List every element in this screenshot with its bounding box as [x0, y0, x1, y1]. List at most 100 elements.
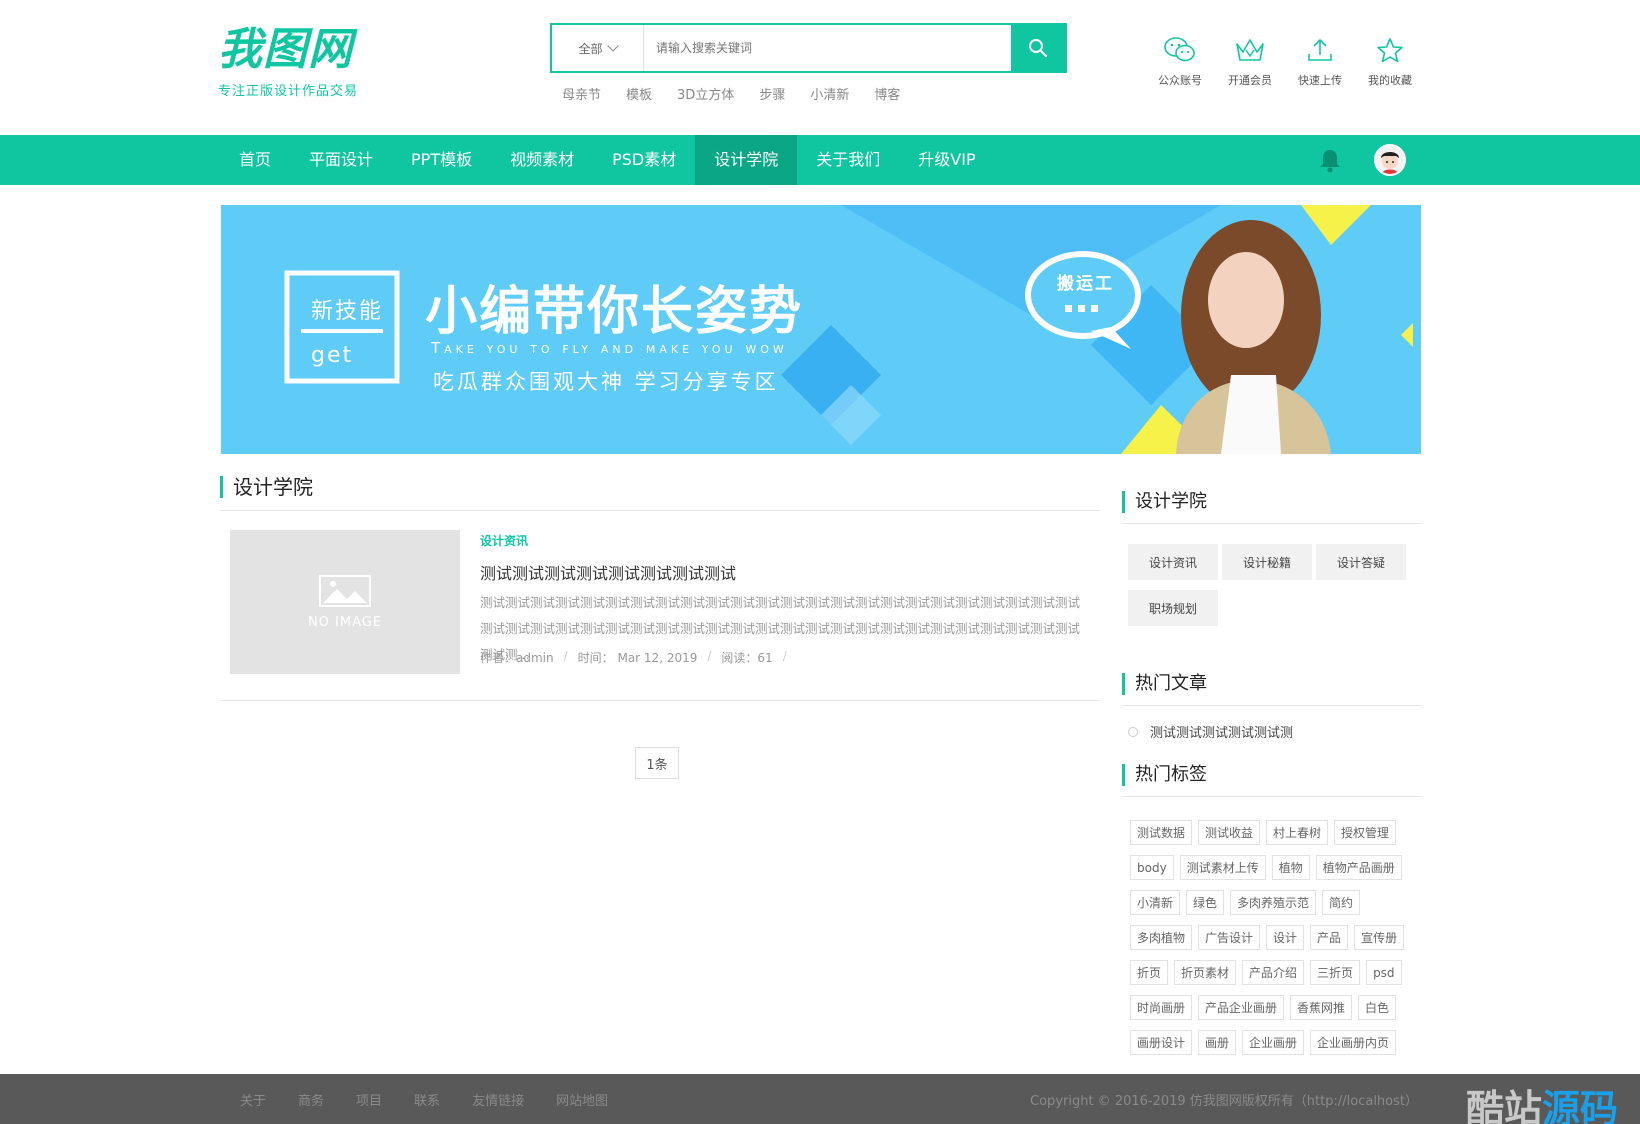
sidebar-category-item[interactable]: 设计资讯 — [1128, 544, 1218, 580]
nav-item-psd[interactable]: PSD素材 — [593, 135, 695, 185]
sidebar-category-item[interactable]: 设计秘籍 — [1222, 544, 1312, 580]
hot-word[interactable]: 模板 — [626, 84, 652, 103]
hot-article-title: 测试测试测试测试测试测 — [1150, 726, 1294, 741]
page-title: 设计学院 — [220, 476, 313, 498]
quick-link-upload[interactable]: 快速上传 — [1285, 36, 1355, 88]
article-title[interactable]: 测试测试测试测试测试测试测试测试 — [480, 560, 736, 584]
footer-link-friends[interactable]: 友情链接 — [472, 1090, 524, 1109]
nav-item-vip[interactable]: 升级VIP — [899, 135, 994, 185]
main-nav: 首页 平面设计 PPT模板 视频素材 PSD素材 设计学院 关于我们 升级VIP — [0, 135, 1640, 185]
tag-item[interactable]: 企业画册 — [1242, 1030, 1305, 1055]
divider — [1122, 796, 1422, 797]
tag-item[interactable]: 白色 — [1358, 995, 1397, 1020]
hot-word[interactable]: 步骤 — [759, 84, 785, 103]
divider — [220, 700, 1100, 701]
tag-item[interactable]: 产品企业画册 — [1198, 995, 1285, 1020]
search-icon — [1029, 39, 1048, 58]
pagination-count[interactable]: 1条 — [635, 747, 679, 779]
hot-word[interactable]: 小清新 — [810, 84, 849, 103]
footer-link-sitemap[interactable]: 网站地图 — [556, 1090, 608, 1109]
tag-item[interactable]: 产品 — [1310, 925, 1349, 950]
quick-link-wechat[interactable]: 公众账号 — [1145, 36, 1215, 88]
bell-icon — [1320, 150, 1340, 173]
tag-item[interactable]: 测试数据 — [1130, 820, 1193, 845]
hot-word[interactable]: 3D立方体 — [677, 84, 734, 103]
nav-item-design-academy[interactable]: 设计学院 — [695, 135, 798, 185]
tag-item[interactable]: 多肉植物 — [1130, 925, 1193, 950]
tag-item[interactable]: 产品介绍 — [1242, 960, 1305, 985]
tag-item[interactable]: 设计 — [1266, 925, 1305, 950]
chevron-down-icon — [606, 40, 619, 52]
article-category[interactable]: 设计资讯 — [480, 532, 528, 549]
tag-item[interactable]: 植物产品画册 — [1315, 855, 1402, 880]
tag-item[interactable]: 香蕉网推 — [1290, 995, 1353, 1020]
hot-article-item[interactable]: 测试测试测试测试测试测 — [1128, 722, 1293, 741]
crown-icon — [1236, 39, 1264, 61]
nav-item-ppt[interactable]: PPT模板 — [392, 135, 491, 185]
tag-item[interactable]: 多肉养殖示范 — [1230, 890, 1317, 915]
search-input[interactable] — [644, 25, 1011, 71]
hero-banner[interactable]: 新技能 get 小编带你长姿势 Take you to fly and make… — [221, 205, 1421, 454]
quick-link-label: 公众账号 — [1158, 74, 1202, 87]
avatar-icon — [1381, 152, 1399, 174]
tag-item[interactable]: 测试素材上传 — [1179, 855, 1266, 880]
quick-link-favorites[interactable]: 我的收藏 — [1355, 36, 1425, 88]
tag-item[interactable]: 绿色 — [1186, 890, 1225, 915]
footer-link-business[interactable]: 商务 — [298, 1090, 324, 1109]
sidebar-category-item[interactable]: 职场规划 — [1128, 590, 1218, 626]
banner-subline-en: Take you to fly and make you wow — [431, 339, 788, 357]
logo[interactable]: 我图网 专注正版设计作品交易 — [218, 24, 359, 100]
sidebar-category-item[interactable]: 设计答疑 — [1316, 544, 1406, 580]
tag-item[interactable]: 折页 — [1130, 960, 1169, 985]
tag-item[interactable]: body — [1130, 855, 1174, 880]
tag-item[interactable]: 画册 — [1198, 1030, 1237, 1055]
article-author: 作者：admin — [480, 651, 554, 665]
tag-item[interactable]: 三折页 — [1310, 960, 1361, 985]
tag-item[interactable]: 企业画册内页 — [1310, 1030, 1397, 1055]
tag-item[interactable]: 授权管理 — [1334, 820, 1397, 845]
tag-item[interactable]: 植物 — [1271, 855, 1310, 880]
tag-item[interactable]: 简约 — [1322, 890, 1361, 915]
hot-word[interactable]: 母亲节 — [562, 84, 601, 103]
upload-icon — [1308, 38, 1332, 61]
notification-button[interactable] — [1318, 147, 1342, 177]
quick-link-vip[interactable]: 开通会员 — [1215, 36, 1285, 88]
logo-text: 我图网 — [218, 24, 353, 75]
article-time: 时间： Mar 12, 2019 — [577, 651, 698, 665]
banner-subline-cn: 吃瓜群众围观大神 学习分享专区 — [433, 370, 779, 394]
hot-word[interactable]: 博客 — [874, 84, 900, 103]
footer-link-about[interactable]: 关于 — [240, 1090, 266, 1109]
tag-item[interactable]: 画册设计 — [1130, 1030, 1193, 1055]
footer-link-projects[interactable]: 项目 — [356, 1090, 382, 1109]
nav-item-video[interactable]: 视频素材 — [491, 135, 593, 185]
tag-item[interactable]: 广告设计 — [1198, 925, 1261, 950]
bullet-icon — [1128, 726, 1138, 737]
search-category-select[interactable]: 全部 — [552, 25, 644, 71]
tag-item[interactable]: 时尚画册 — [1130, 995, 1193, 1020]
nav-item-graphic-design[interactable]: 平面设计 — [290, 135, 392, 185]
tag-item[interactable]: 测试收益 — [1198, 820, 1261, 845]
tag-item[interactable]: psd — [1366, 960, 1402, 985]
meta-separator: / — [707, 649, 712, 663]
avatar[interactable] — [1374, 144, 1406, 176]
nav-item-about[interactable]: 关于我们 — [797, 135, 899, 185]
footer-link-contact[interactable]: 联系 — [414, 1090, 440, 1109]
hot-articles-title: 热门文章 — [1122, 673, 1207, 695]
wechat-icon — [1164, 37, 1195, 62]
banner-badge-bottom: get — [311, 343, 354, 368]
quick-link-label: 开通会员 — [1228, 74, 1272, 87]
thumbnail-placeholder-text: NO IMAGE — [307, 614, 383, 630]
quick-link-label: 快速上传 — [1298, 74, 1342, 87]
divider — [220, 510, 1100, 511]
divider — [1122, 523, 1422, 524]
search-category-label: 全部 — [578, 41, 603, 56]
tag-item[interactable]: 村上春树 — [1266, 820, 1329, 845]
article-thumbnail[interactable]: NO IMAGE — [230, 530, 460, 674]
tag-item[interactable]: 折页素材 — [1174, 960, 1237, 985]
search-button[interactable] — [1011, 25, 1065, 71]
tag-item[interactable]: 小清新 — [1130, 890, 1181, 915]
footer: 关于 商务 项目 联系 友情链接 网站地图 Copyright © 2016-2… — [0, 1074, 1640, 1124]
tag-item[interactable]: 宣传册 — [1354, 925, 1405, 950]
logo-slogan: 专注正版设计作品交易 — [218, 84, 359, 99]
nav-item-home[interactable]: 首页 — [220, 135, 290, 185]
